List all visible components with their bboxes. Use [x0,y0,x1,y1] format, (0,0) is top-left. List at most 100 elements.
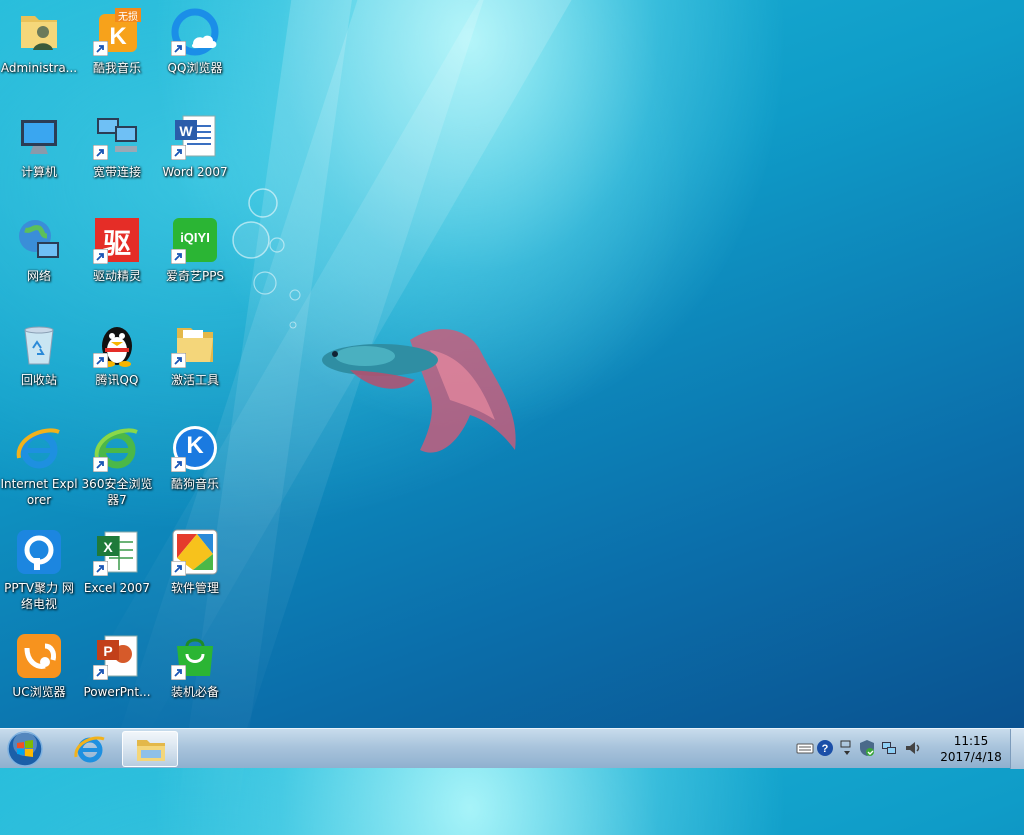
desktop-icon-qq-browser[interactable]: QQ浏览器 [156,2,234,98]
shortcut-arrow-icon [93,249,108,264]
taskbar: ? 11:15 2017/4/18 [0,728,1024,769]
icon-label: Word 2007 [162,165,228,179]
system-tray: ? [790,729,930,769]
qq-penguin-icon [93,320,141,368]
taskbar-clock[interactable]: 11:15 2017/4/18 [934,733,1008,765]
desktop-icon-activation-tool[interactable]: 激活工具 [156,314,234,410]
start-button[interactable] [6,730,44,768]
shortcut-arrow-icon [93,41,108,56]
icon-label: 酷狗音乐 [170,477,219,491]
keyboard-icon[interactable] [796,739,814,757]
icon-label: 宽带连接 [92,165,141,179]
svg-text:?: ? [822,743,829,755]
desktop-icon-pptv[interactable]: PPTV聚力 网络电视 [0,522,78,618]
lossless-badge: 无损 [118,12,138,23]
desktop-icon-administrator[interactable]: Administra... [0,2,78,98]
shortcut-arrow-icon [171,41,186,56]
icon-label: PPTV聚力 网络电视 [4,581,74,611]
driver-genius-icon: 驱 [93,216,141,264]
icon-label: Administra... [0,61,78,75]
help-icon[interactable]: ? [816,739,834,757]
computer-icon [15,112,63,160]
clock-time: 11:15 [953,734,989,748]
desktop-icon-tencent-qq[interactable]: 腾讯QQ [78,314,156,410]
icon-label: 腾讯QQ [95,373,139,387]
desktop-icon-excel-2007[interactable]: X Excel 2007 [78,522,156,618]
desktop-icon-kugou-music[interactable]: K 酷狗音乐 [156,418,234,514]
360-browser-icon [93,424,141,472]
qq-browser-icon [171,8,219,56]
icon-label: QQ浏览器 [167,61,223,75]
shortcut-arrow-icon [93,353,108,368]
shortcut-arrow-icon [93,665,108,680]
desktop-icon-word-2007[interactable]: W Word 2007 [156,106,234,202]
windows-logo-icon [7,731,43,767]
icon-label: 装机必备 [170,685,219,699]
desktop-icon-kuwo-music[interactable]: K 无损 酷我音乐 [78,2,156,98]
shortcut-arrow-icon [171,665,186,680]
show-desktop-button[interactable] [1010,729,1024,769]
software-manager-icon [171,528,219,576]
user-folder-icon [15,8,63,56]
kugou-music-icon: K [171,424,219,472]
desktop-icon-powerpoint[interactable]: P PowerPnt... [78,626,156,722]
kuwo-music-icon: K 无损 [93,8,141,56]
icon-label: PowerPnt... [83,685,151,699]
iqiyi-glyph: iQIYI [180,230,210,245]
security-shield-icon[interactable] [858,739,876,757]
shopping-bag-icon [171,632,219,680]
icon-label: Internet Explorer [0,477,78,507]
taskbar-explorer-button[interactable] [122,731,178,767]
iqiyi-icon: iQIYI [171,216,219,264]
desktop-icon-uc-browser[interactable]: UC浏览器 [0,626,78,722]
icon-label: 计算机 [20,165,57,179]
uc-browser-icon [15,632,63,680]
icon-label: 360安全浏览器7 [81,477,153,507]
recycle-bin-icon [15,320,63,368]
volume-icon[interactable] [904,739,922,757]
svg-text:W: W [179,123,193,139]
desktop-icon-computer[interactable]: 计算机 [0,106,78,202]
desktop[interactable]: Administra... K 无损 酷我音乐 QQ浏览器 计算机 宽带连接 W [0,0,1024,728]
shortcut-arrow-icon [93,561,108,576]
word-icon: W [171,112,219,160]
icon-label: 激活工具 [170,373,219,387]
network-status-icon[interactable] [880,739,898,757]
icon-label: 软件管理 [170,581,219,595]
icon-label: Excel 2007 [83,581,151,595]
icon-label: UC浏览器 [12,685,66,699]
desktop-icon-internet-explorer[interactable]: Internet Explorer [0,418,78,514]
icon-label: 酷我音乐 [92,61,141,75]
excel-icon: X [93,528,141,576]
shortcut-arrow-icon [93,457,108,472]
taskbar-ie-button[interactable] [62,731,118,767]
icon-label: 回收站 [20,373,57,387]
folder-icon [137,740,165,761]
svg-text:K: K [109,23,127,50]
desktop-icon-360-browser[interactable]: 360安全浏览器7 [78,418,156,514]
desktop-icon-iqiyi-pps[interactable]: iQIYI 爱奇艺PPS [156,210,234,306]
shortcut-arrow-icon [93,145,108,160]
desktop-icon-broadband[interactable]: 宽带连接 [78,106,156,202]
shortcut-arrow-icon [171,249,186,264]
icon-label: 驱动精灵 [92,269,141,283]
powerpoint-icon: P [93,632,141,680]
desktop-icon-driver-genius[interactable]: 驱 驱动精灵 [78,210,156,306]
desktop-icon-network[interactable]: 网络 [0,210,78,306]
network-connection-icon [93,112,141,160]
shortcut-arrow-icon [171,561,186,576]
internet-explorer-icon [74,736,105,763]
svg-text:X: X [103,539,113,555]
icon-label: 爱奇艺PPS [165,269,225,283]
icon-label: 网络 [26,269,51,283]
folder-icon [171,320,219,368]
desktop-icon-essentials[interactable]: 装机必备 [156,626,234,722]
pptv-icon [15,528,63,576]
clock-date: 2017/4/18 [940,750,1002,764]
language-bar-icon[interactable] [838,739,856,757]
shortcut-arrow-icon [171,457,186,472]
desktop-icon-recycle-bin[interactable]: 回收站 [0,314,78,410]
kugou-glyph: K [186,432,204,459]
shortcut-arrow-icon [171,353,186,368]
desktop-icon-software-manager[interactable]: 软件管理 [156,522,234,618]
